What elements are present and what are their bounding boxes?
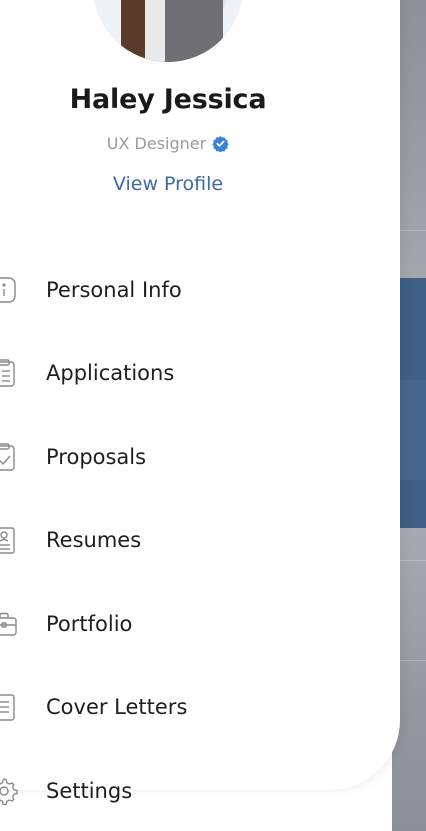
verified-badge-icon: [212, 136, 229, 152]
menu-item-proposals[interactable]: Proposals: [0, 415, 380, 499]
info-icon: [0, 277, 16, 303]
app-screen: Haley Jessica UX Designer View Profile P…: [0, 0, 426, 831]
clipboard-check-icon: [0, 443, 15, 471]
gear-icon: [0, 777, 18, 805]
profile-role-label: UX Designer: [106, 134, 207, 153]
menu-label: Personal Info: [46, 277, 182, 302]
menu-label: Settings: [46, 778, 133, 803]
menu-label: Cover Letters: [46, 695, 188, 720]
document-lines-icon: [0, 694, 15, 721]
profile-role: UX Designer: [0, 134, 336, 153]
profile-name: Haley Jessica: [69, 84, 267, 115]
menu-label: Proposals: [46, 444, 147, 469]
avatar[interactable]: [93, 0, 243, 62]
menu-item-applications[interactable]: Applications: [0, 332, 380, 416]
drawer-menu: Personal Info Applications Proposals Res…: [0, 248, 380, 831]
menu-item-resumes[interactable]: Resumes: [0, 499, 380, 583]
menu-item-personal-info[interactable]: Personal Info: [0, 248, 380, 332]
resume-icon: [0, 527, 15, 554]
menu-label: Applications: [46, 361, 175, 386]
menu-item-portfolio[interactable]: Portfolio: [0, 582, 380, 666]
view-profile-link[interactable]: View Profile: [0, 173, 336, 195]
menu-label: Portfolio: [46, 611, 133, 636]
briefcase-icon: [0, 612, 17, 636]
menu-item-settings[interactable]: Settings: [0, 749, 380, 831]
menu-item-cover-letters[interactable]: Cover Letters: [0, 666, 380, 750]
clipboard-list-icon: [0, 359, 15, 387]
avatar-shirt: [145, 0, 165, 62]
menu-label: Resumes: [46, 528, 142, 553]
